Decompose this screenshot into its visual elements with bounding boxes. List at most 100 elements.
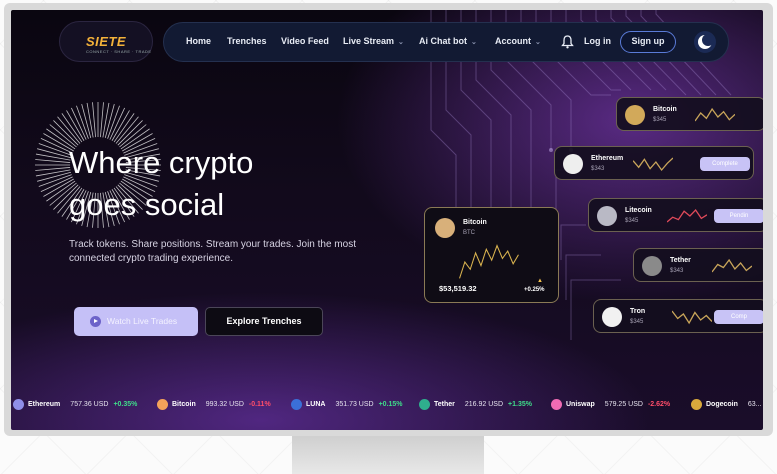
coin-icon <box>13 399 24 410</box>
ticker-change: +1.35% <box>508 401 532 408</box>
nav-live-stream[interactable]: Live Stream ⌄ <box>343 36 404 46</box>
watch-live-trades-button[interactable]: Watch Live Trades <box>74 307 198 336</box>
coin-card-name: Litecoin <box>625 207 652 214</box>
coin-icon <box>602 307 622 327</box>
coin-icon <box>691 399 702 410</box>
coin-card-value: $345 <box>625 218 639 224</box>
ticker-item[interactable]: LUNA 351.73 USD +0.15% <box>291 399 403 410</box>
nav-ai-chat-bot-label: Ai Chat bot <box>419 36 467 46</box>
coin-icon <box>157 399 168 410</box>
starburst-ray <box>102 102 110 138</box>
price-ticker: Ethereum 757.36 USD +0.35% Bitcoin 993.32 US… <box>11 392 763 418</box>
coin-card-status-button[interactable]: Complete <box>700 157 750 171</box>
nav-trenches[interactable]: Trenches <box>227 36 267 46</box>
coin-icon <box>597 206 617 226</box>
ticker-item[interactable]: Bitcoin 993.32 USD -0.11% <box>157 399 271 410</box>
sparkline-path <box>672 310 712 325</box>
hero-title-line1: Where crypto <box>69 145 254 180</box>
coin-card-value: $345 <box>630 319 644 325</box>
coin-card-sparkline <box>695 107 735 122</box>
ticker-name: Uniswap <box>566 401 595 408</box>
sparkline-path <box>459 244 519 279</box>
moon-icon-cutout <box>702 34 714 46</box>
sparkline-path <box>695 107 735 122</box>
coin-card-sparkline <box>667 208 707 223</box>
ticker-name: Ethereum <box>28 401 61 408</box>
coin-card-name: Ethereum <box>591 155 624 162</box>
ticker-price: 216.92 USD <box>464 401 504 408</box>
starburst-ray <box>35 167 71 171</box>
watch-live-trades-label: Watch Live Trades <box>107 316 178 326</box>
main-navigation: Home Trenches Video Feed Live Stream ⌄ Ai… <box>163 22 729 62</box>
ticker-change: -0.11% <box>248 401 271 408</box>
sparkline-path <box>712 258 752 273</box>
starburst-ray <box>92 102 96 138</box>
feature-card-symbol: BTC <box>463 230 475 236</box>
coin-card-sparkline <box>672 310 712 325</box>
logo[interactable]: SIETE CONNECT · SHARE · TRADE <box>59 21 153 62</box>
nav-live-stream-label: Live Stream <box>343 36 395 46</box>
nav-account[interactable]: Account ⌄ <box>495 36 541 46</box>
sparkline-path <box>667 208 707 223</box>
ticker-price: 993.32 USD <box>205 401 244 408</box>
coin-icon <box>551 399 562 410</box>
coin-card[interactable]: Ethereum $343 Complete <box>554 146 754 180</box>
coin-card-status-button[interactable]: Pendin <box>714 209 763 223</box>
feature-card-change: +0.25% <box>524 287 545 293</box>
starburst-ray <box>35 153 71 161</box>
ticker-item[interactable]: Tether 216.92 USD +1.35% <box>419 399 532 410</box>
coin-card-value: $345 <box>653 117 667 123</box>
explore-trenches-button[interactable]: Explore Trenches <box>205 307 323 336</box>
coin-card[interactable]: Bitcoin $345 <box>616 97 763 131</box>
hero-subtitle: Track tokens. Share positions. Stream yo… <box>69 239 356 264</box>
page-background: SIETE CONNECT · SHARE · TRADE Home Trenc… <box>0 0 777 474</box>
ticker-item[interactable]: Ethereum 757.36 USD +0.35% <box>13 399 137 410</box>
sparkline-path <box>633 157 673 172</box>
website-screen: SIETE CONNECT · SHARE · TRADE Home Trenc… <box>11 10 763 430</box>
hero-title: Where crypto goes social <box>69 142 349 226</box>
theme-toggle[interactable] <box>694 31 716 53</box>
coin-card-sparkline <box>633 157 673 172</box>
signup-button[interactable]: Sign up <box>620 31 676 53</box>
ticker-name: LUNA <box>306 401 326 408</box>
nav-video-feed[interactable]: Video Feed <box>281 36 329 46</box>
nav-home[interactable]: Home <box>186 36 211 46</box>
coin-card[interactable]: Litecoin $345 Pendin <box>588 198 763 232</box>
monitor-stand <box>292 436 484 474</box>
ticker-price: 63... <box>747 401 762 408</box>
coin-card-status-button[interactable]: Comp <box>714 310 763 324</box>
feature-card-price: $53,519.32 <box>439 284 477 293</box>
chevron-down-icon: ⌄ <box>535 39 541 46</box>
starburst-ray <box>35 159 71 163</box>
coin-card-value: $343 <box>591 166 605 172</box>
coin-card-name: Tron <box>630 308 646 315</box>
ticker-change: +0.15% <box>378 401 403 408</box>
starburst-ray <box>61 113 83 143</box>
coin-card[interactable]: Tether $343 <box>633 248 763 282</box>
ticker-item[interactable]: Dogecoin 63... <box>691 399 763 410</box>
ticker-price: 579.25 USD <box>604 401 643 408</box>
login-link[interactable]: Log in <box>584 36 611 46</box>
coin-icon <box>563 154 583 174</box>
ticker-change: -2.62% <box>647 401 671 408</box>
coin-card[interactable]: Tron $345 Comp <box>593 299 763 333</box>
ticker-name: Dogecoin <box>706 401 738 408</box>
starburst-ray <box>86 102 94 138</box>
feature-card-name: Bitcoin <box>463 219 487 226</box>
coin-icon <box>625 105 645 125</box>
play-icon <box>90 316 101 327</box>
ticker-price: 351.73 USD <box>335 401 374 408</box>
ticker-name: Tether <box>434 401 455 408</box>
ticker-name: Bitcoin <box>172 401 196 408</box>
triangle-up-icon: ▲ <box>537 278 543 284</box>
coin-card-name: Bitcoin <box>653 106 677 113</box>
bell-icon[interactable] <box>561 35 574 49</box>
bitcoin-coin-icon <box>435 218 455 238</box>
starburst-ray <box>115 116 139 144</box>
nav-ai-chat-bot[interactable]: Ai Chat bot ⌄ <box>419 36 477 46</box>
chevron-down-icon: ⌄ <box>398 39 404 46</box>
coin-card-value: $343 <box>670 268 684 274</box>
bitcoin-feature-card[interactable]: Bitcoin BTC $53,519.32 ▲ +0.25% <box>424 207 559 303</box>
ticker-item[interactable]: Uniswap 579.25 USD -2.62% <box>551 399 670 410</box>
coin-card-name: Tether <box>670 257 691 264</box>
